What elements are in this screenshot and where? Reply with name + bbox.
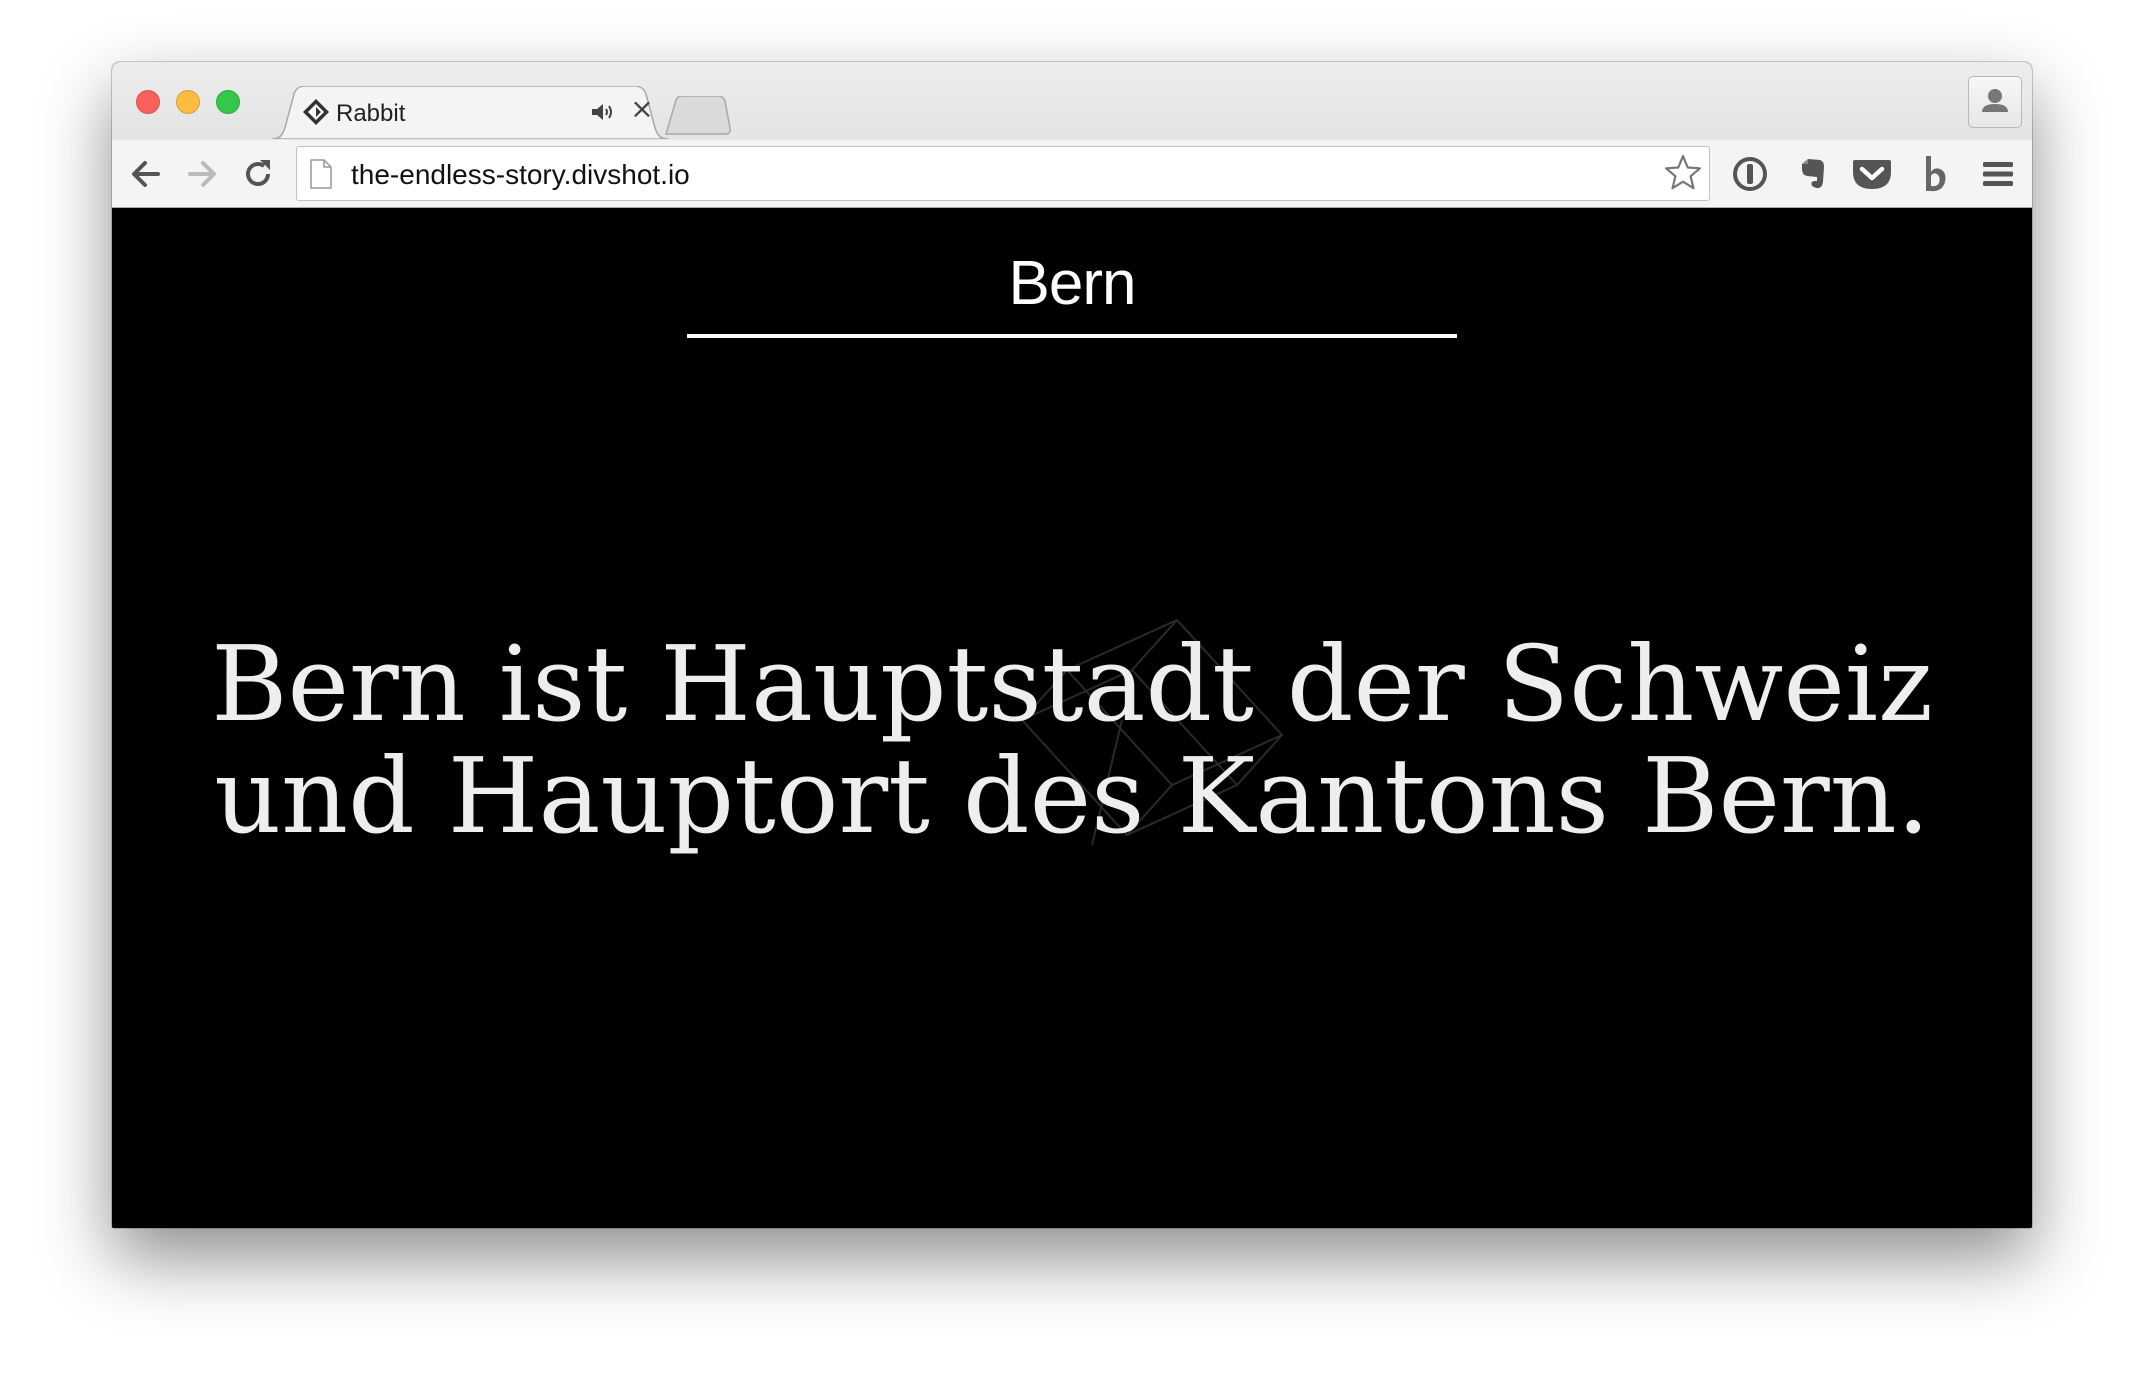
close-window-button[interactable] bbox=[136, 90, 160, 114]
browser-chrome: Rabbit × the-endless-story.divshot.io bbox=[112, 62, 2032, 208]
menu-icon[interactable] bbox=[1976, 152, 2020, 196]
maximize-window-button[interactable] bbox=[216, 90, 240, 114]
toolbar: the-endless-story.divshot.io bbox=[112, 140, 2032, 207]
title-underline bbox=[687, 334, 1457, 338]
forward-arrow-icon[interactable] bbox=[182, 154, 222, 194]
new-tab-button[interactable] bbox=[662, 96, 732, 136]
address-bar[interactable]: the-endless-story.divshot.io bbox=[296, 146, 1710, 201]
reload-icon[interactable] bbox=[238, 154, 278, 194]
profile-button[interactable] bbox=[1968, 76, 2022, 128]
browser-window: Rabbit × the-endless-story.divshot.io Be… bbox=[112, 62, 2032, 1228]
url-text: the-endless-story.divshot.io bbox=[351, 159, 690, 190]
bookmark-star-icon[interactable] bbox=[1663, 153, 1703, 193]
tab-close-button[interactable]: × bbox=[628, 94, 656, 124]
onepassword-icon[interactable] bbox=[1728, 152, 1772, 196]
minimize-window-button[interactable] bbox=[176, 90, 200, 114]
page-title: Bern bbox=[1008, 249, 1137, 318]
headline-text: Bern ist Hauptstadt der Schweiz und Haup… bbox=[211, 623, 1933, 857]
page-icon bbox=[310, 159, 332, 189]
tab-title: Rabbit bbox=[336, 100, 406, 127]
tab-strip: Rabbit × bbox=[112, 62, 2032, 139]
diamond-logo-icon bbox=[303, 99, 329, 125]
back-arrow-icon[interactable] bbox=[126, 154, 166, 194]
page-content: Bern Bern ist Hauptstadt der Schweiz und… bbox=[112, 208, 2032, 1228]
speaker-icon[interactable] bbox=[590, 100, 616, 124]
tab-rabbit[interactable]: Rabbit × bbox=[272, 86, 672, 139]
b-extension-icon[interactable] bbox=[1914, 152, 1958, 196]
pocket-icon[interactable] bbox=[1850, 152, 1894, 196]
person-icon bbox=[1982, 89, 2008, 112]
evernote-icon[interactable] bbox=[1790, 152, 1834, 196]
